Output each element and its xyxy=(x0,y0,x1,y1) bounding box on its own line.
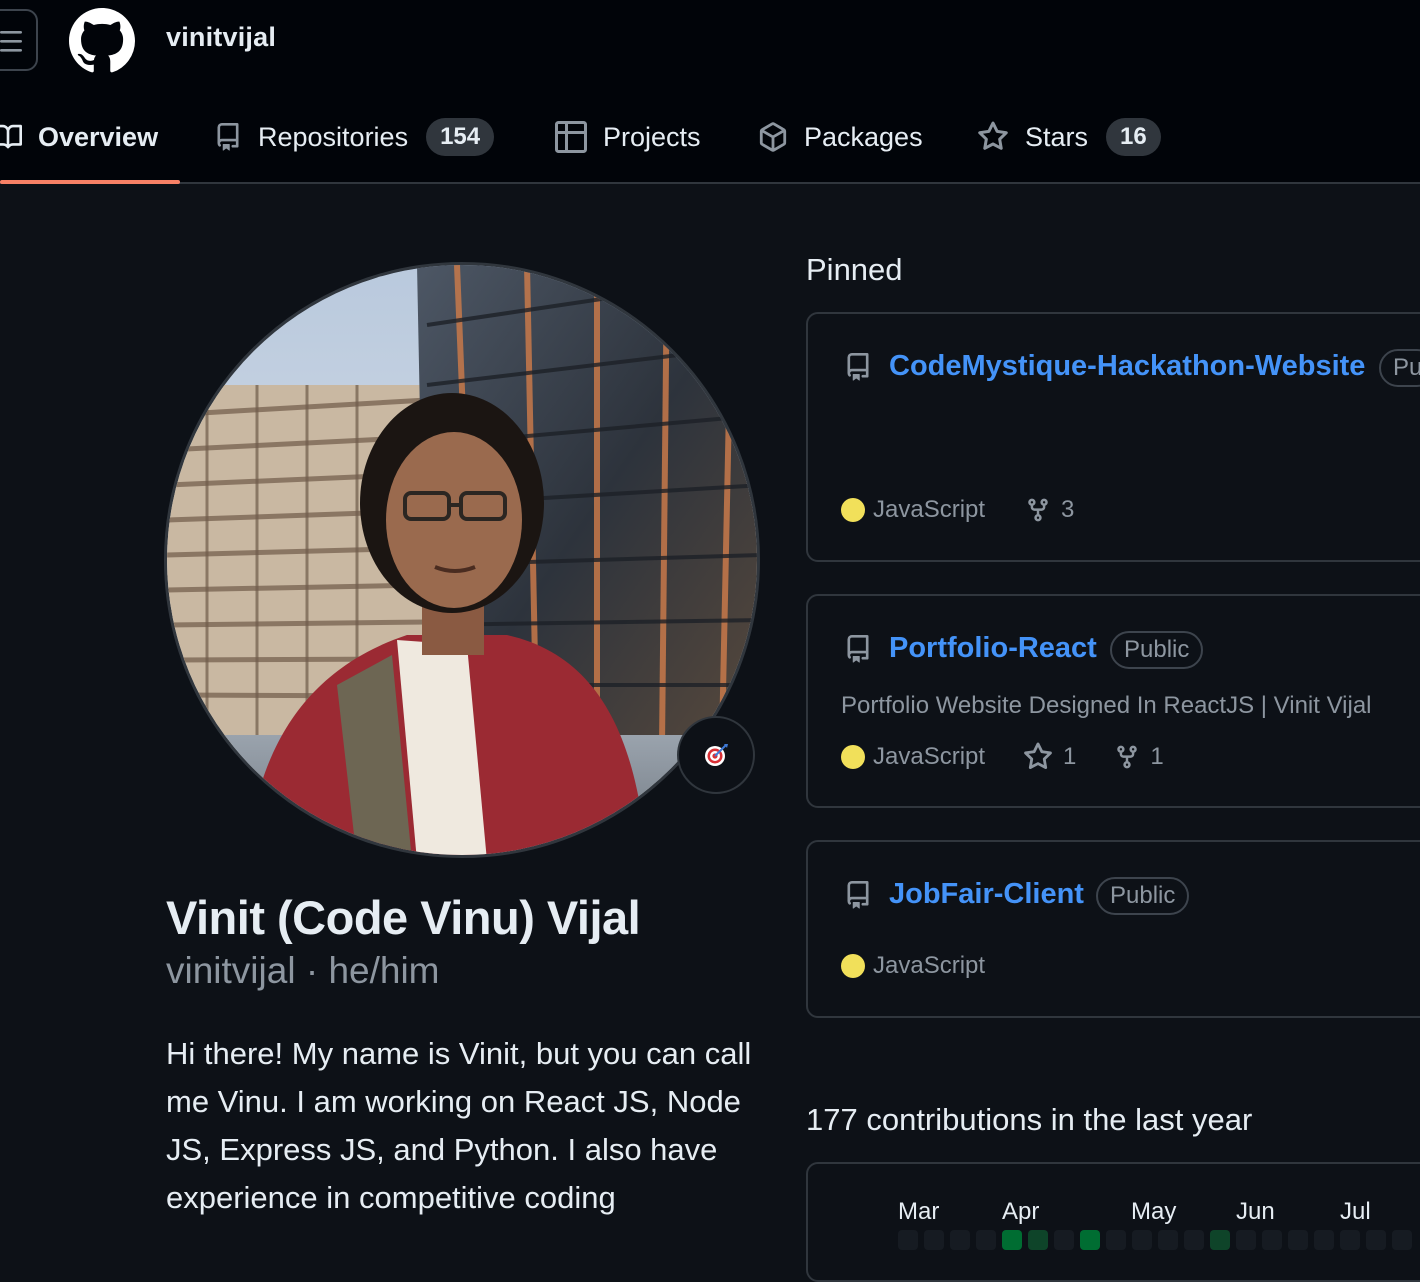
separator-dot: · xyxy=(305,950,319,991)
repo-meta: JavaScript 1 1 xyxy=(841,742,1164,772)
contributions-heading: 177 contributions in the last year xyxy=(806,1102,1253,1137)
forks-count: 1 xyxy=(1150,743,1164,770)
contribution-day[interactable] xyxy=(1262,1230,1282,1250)
repo-meta: JavaScript xyxy=(841,952,985,980)
contribution-day[interactable] xyxy=(1106,1230,1126,1250)
profile-full-name: Vinit (Code Vinu) Vijal xyxy=(166,891,641,944)
target-icon xyxy=(705,744,728,766)
tab-projects[interactable]: Projects xyxy=(555,104,701,170)
repositories-count-badge: 154 xyxy=(426,118,495,156)
owner-name-link[interactable]: vinitvijal xyxy=(166,22,276,53)
tab-stars[interactable]: Stars 16 xyxy=(977,104,1161,170)
github-mark-icon[interactable] xyxy=(69,8,135,74)
repo-icon xyxy=(217,123,239,151)
repo-language: JavaScript xyxy=(873,743,986,770)
contribution-day[interactable] xyxy=(1314,1230,1334,1250)
calendar-month-label: Jun xyxy=(1236,1198,1275,1225)
repo-icon xyxy=(847,353,869,381)
contribution-day[interactable] xyxy=(1054,1230,1074,1250)
pinned-repo-card: CodeMystique-Hackathon-Website Pu JavaSc… xyxy=(806,312,1420,562)
tab-repositories[interactable]: Repositories 154 xyxy=(214,104,495,170)
book-icon xyxy=(0,124,22,149)
profile-bio: Hi there! My name is Vinit, but you can … xyxy=(166,1036,752,1215)
contribution-day[interactable] xyxy=(950,1230,970,1250)
pinned-repo-card: Portfolio-React Public Portfolio Website… xyxy=(806,594,1420,808)
contribution-day[interactable] xyxy=(1288,1230,1308,1250)
repo-icon xyxy=(847,635,869,663)
contribution-day[interactable] xyxy=(898,1230,918,1250)
contribution-day[interactable] xyxy=(1028,1230,1048,1250)
calendar-month-label: Apr xyxy=(1002,1198,1040,1225)
contribution-day[interactable] xyxy=(1158,1230,1178,1250)
contribution-day[interactable] xyxy=(1184,1230,1204,1250)
hamburger-icon xyxy=(0,31,22,52)
star-icon xyxy=(978,121,1008,150)
forks-link[interactable]: 1 xyxy=(1114,743,1164,771)
repo-name-link[interactable]: Portfolio-React xyxy=(889,632,1097,665)
tab-label: Stars xyxy=(1025,121,1089,152)
app-header: vinitvijal Overview Repositories 154 Pro… xyxy=(0,0,1420,184)
repo-name-link[interactable]: CodeMystique-Hackathon-Website xyxy=(889,350,1365,383)
stars-link[interactable]: 1 xyxy=(1023,742,1076,772)
stars-count-badge: 16 xyxy=(1106,118,1161,156)
repo-language: JavaScript xyxy=(873,496,986,523)
contribution-day[interactable] xyxy=(924,1230,944,1250)
repo-language: JavaScript xyxy=(873,952,986,979)
profile-tabs: Overview Repositories 154 Projects Packa… xyxy=(0,104,1420,184)
contribution-day[interactable] xyxy=(1002,1230,1022,1250)
pinned-repo-card: JobFair-Client Public JavaScript xyxy=(806,840,1420,1018)
active-tab-indicator xyxy=(0,180,180,184)
repo-name-link[interactable]: JobFair-Client xyxy=(889,878,1084,911)
package-icon xyxy=(759,122,787,152)
contribution-day[interactable] xyxy=(1210,1230,1230,1250)
tab-label: Packages xyxy=(804,121,923,152)
stars-count: 1 xyxy=(1063,743,1077,770)
contribution-day[interactable] xyxy=(1236,1230,1256,1250)
fork-icon xyxy=(1028,498,1048,522)
forks-link[interactable]: 3 xyxy=(1025,496,1074,524)
tab-packages[interactable]: Packages xyxy=(758,104,923,170)
fork-icon xyxy=(1117,745,1138,769)
contribution-day[interactable] xyxy=(1366,1230,1386,1250)
profile-login-line: vinitvijal · he/him xyxy=(166,950,440,992)
profile-avatar[interactable] xyxy=(164,262,760,858)
tab-label: Repositories xyxy=(258,121,409,152)
contribution-day[interactable] xyxy=(1392,1230,1412,1250)
status-emoji-button[interactable] xyxy=(677,716,755,794)
profile-login: vinitvijal xyxy=(166,950,296,991)
forks-count: 3 xyxy=(1061,496,1075,523)
contribution-day[interactable] xyxy=(1340,1230,1360,1250)
contribution-day[interactable] xyxy=(1080,1230,1100,1250)
language-color-dot xyxy=(841,498,865,522)
visibility-badge: Public xyxy=(1096,877,1190,915)
calendar-month-label: Mar xyxy=(898,1198,940,1225)
visibility-badge: Pu xyxy=(1379,349,1420,387)
avatar-photo xyxy=(167,265,757,855)
table-icon xyxy=(555,121,587,153)
language-color-dot xyxy=(841,954,865,978)
pinned-heading: Pinned xyxy=(806,252,903,287)
visibility-badge: Public xyxy=(1110,631,1204,669)
contribution-day[interactable] xyxy=(976,1230,996,1250)
contribution-day[interactable] xyxy=(1132,1230,1152,1250)
calendar-month-label: Jul xyxy=(1340,1198,1371,1225)
calendar-month-label: May xyxy=(1131,1198,1177,1225)
repo-icon xyxy=(847,881,869,909)
tab-label: Projects xyxy=(603,121,701,152)
star-icon xyxy=(1024,742,1052,770)
language-color-dot xyxy=(841,745,865,769)
profile-pronouns: he/him xyxy=(328,950,440,991)
tab-overview[interactable]: Overview xyxy=(0,104,158,170)
menu-button[interactable] xyxy=(0,9,38,71)
repo-description: Portfolio Website Designed In ReactJS | … xyxy=(841,692,1372,719)
repo-meta: JavaScript 3 xyxy=(841,496,1074,524)
tab-label: Overview xyxy=(38,121,159,152)
